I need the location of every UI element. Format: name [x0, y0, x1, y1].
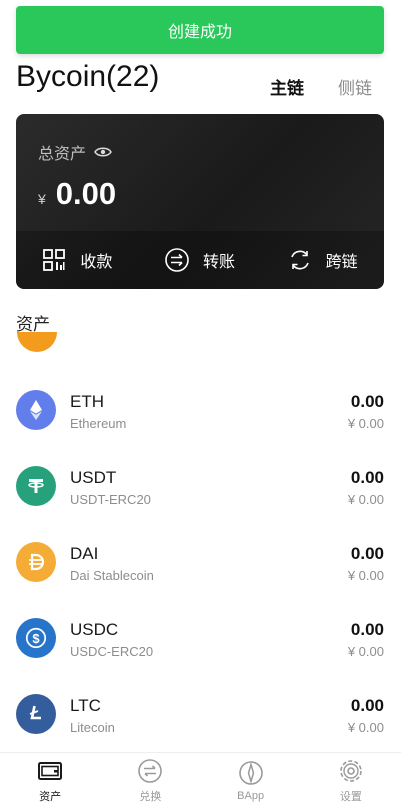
asset-row-usdt[interactable]: USDT USDT-ERC20 0.00 ¥ 0.00 [0, 448, 401, 524]
tab-main-chain[interactable]: 主链 [270, 74, 304, 99]
card-actions: 收款 转账 跨链 [16, 231, 384, 289]
asset-value: ¥ 0.00 [347, 492, 384, 507]
qr-code-icon [43, 249, 66, 271]
success-toast: 创建成功 [16, 6, 384, 54]
asset-list: ETH Ethereum 0.00 ¥ 0.00 USDT USDT-ERC20… [0, 332, 401, 752]
tab-side-chain[interactable]: 侧链 [338, 74, 372, 99]
asset-value: ¥ 0.00 [347, 644, 384, 659]
asset-symbol: USDC [70, 620, 119, 639]
eth-icon [16, 390, 56, 430]
dai-icon [16, 542, 56, 582]
transfer-label: 转账 [203, 254, 236, 271]
asset-value: ¥ 0.00 [347, 568, 384, 583]
transfer-icon [165, 248, 189, 272]
cross-chain-label: 跨链 [325, 254, 358, 271]
ltc-icon [16, 694, 56, 734]
asset-row-ltc[interactable]: LTC Litecoin 0.00 ¥ 0.00 [0, 676, 401, 752]
asset-symbol: USDT [70, 468, 117, 487]
tab-settings[interactable]: 设置 [301, 753, 401, 808]
gear-icon [340, 759, 362, 782]
asset-amount: 0.00 [350, 392, 384, 411]
tab-assets-label: 资产 [39, 790, 62, 803]
tab-settings-label: 设置 [339, 790, 362, 803]
asset-name: USDT-ERC20 [70, 492, 151, 507]
currency-symbol: ¥ [38, 191, 46, 207]
asset-symbol: DAI [70, 544, 99, 563]
total-balance: 0.00 [55, 176, 117, 211]
tab-bapp-label: BApp [237, 789, 265, 802]
tab-exchange-label: 兑换 [139, 790, 162, 803]
balance-row: ¥ 0.00 [38, 176, 116, 212]
asset-value: ¥ 0.00 [347, 416, 384, 431]
asset-name: Ethereum [70, 416, 127, 431]
toast-message: 创建成功 [167, 24, 232, 41]
usdt-icon [16, 466, 56, 506]
tab-bapp[interactable]: BApp [201, 753, 301, 808]
tab-exchange[interactable]: 兑换 [100, 753, 200, 808]
asset-name: Dai Stablecoin [70, 568, 154, 583]
asset-value: ¥ 0.00 [347, 720, 384, 735]
total-assets-card: 总资产 ¥ 0.00 收款 转账 跨链 [16, 114, 384, 289]
wallet-header: Bycoin(22) 主链 侧链 [0, 56, 401, 106]
tab-assets[interactable]: 资产 [0, 753, 100, 808]
cross-chain-button[interactable]: 跨链 [261, 231, 384, 289]
total-assets-label: 总资产 [38, 146, 87, 163]
asset-symbol: LTC [70, 696, 101, 715]
asset-symbol: ETH [70, 392, 104, 411]
wallet-icon [38, 761, 63, 780]
bottom-tab-bar: 资产 兑换 BApp 设置 [0, 752, 401, 808]
cross-chain-icon [290, 250, 309, 270]
asset-name: Litecoin [70, 720, 115, 735]
wallet-title[interactable]: Bycoin(22) [16, 60, 159, 94]
transfer-button[interactable]: 转账 [139, 231, 262, 289]
svg-text:$: $ [32, 631, 40, 646]
asset-amount: 0.00 [350, 544, 384, 563]
asset-amount: 0.00 [350, 696, 384, 715]
total-assets-label-row: 总资产 [38, 140, 112, 164]
receive-label: 收款 [80, 254, 113, 271]
btc-icon [17, 332, 57, 352]
asset-name: USDC-ERC20 [70, 644, 154, 659]
wallet-screen: 创建成功 Bycoin(22) 主链 侧链 总资产 ¥ 0.00 收款 转账 跨… [0, 0, 401, 808]
asset-row-dai[interactable]: DAI Dai Stablecoin 0.00 ¥ 0.00 [0, 524, 401, 600]
asset-row-eth[interactable]: ETH Ethereum 0.00 ¥ 0.00 [0, 372, 401, 448]
exchange-icon [138, 758, 163, 783]
receive-button[interactable]: 收款 [16, 231, 139, 289]
asset-amount: 0.00 [350, 620, 384, 639]
eye-icon[interactable] [94, 146, 112, 158]
compass-icon [238, 760, 263, 785]
usdc-icon: $ [16, 618, 56, 658]
asset-row-usdc[interactable]: $ USDC USDC-ERC20 0.00 ¥ 0.00 [0, 600, 401, 676]
asset-amount: 0.00 [350, 468, 384, 487]
